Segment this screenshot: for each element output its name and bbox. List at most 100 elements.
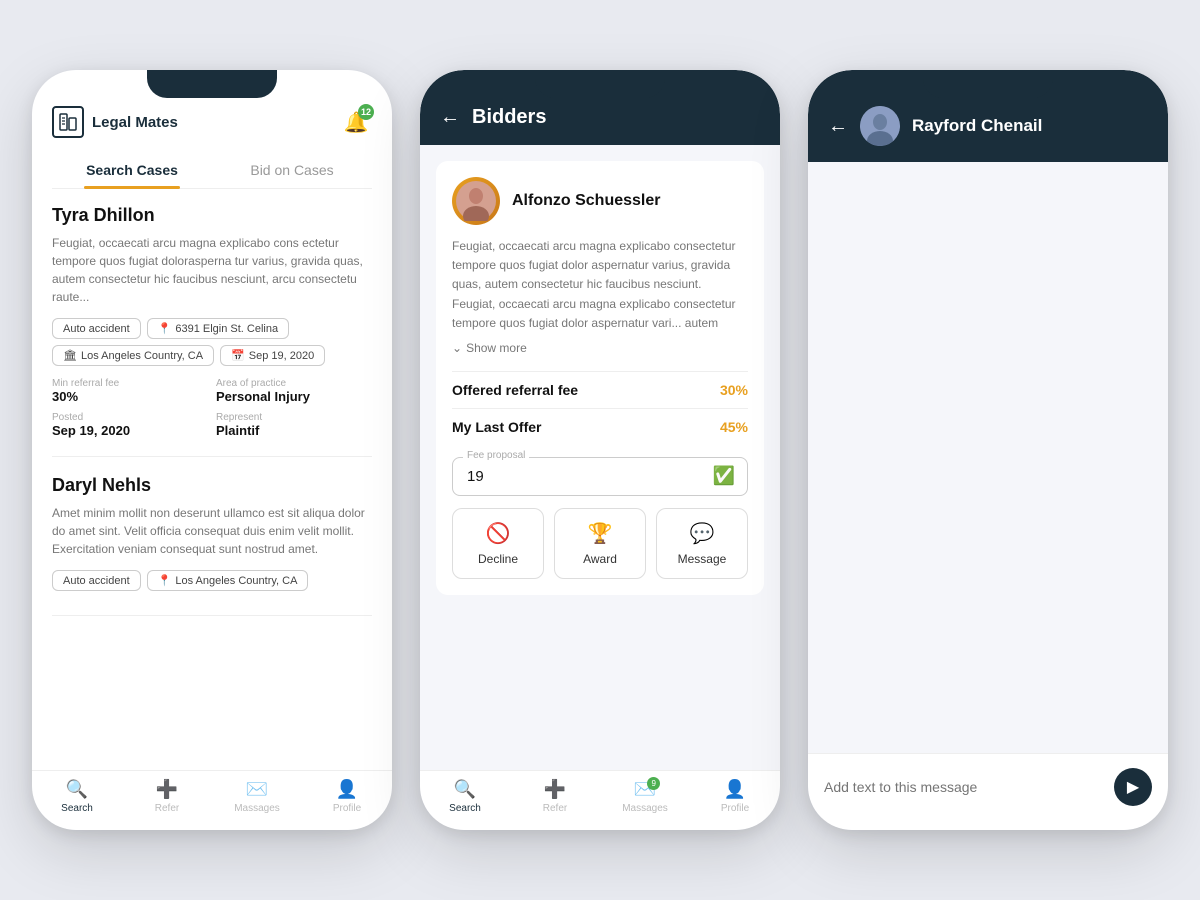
phone1-navbar: 🔍 Search ➕ Refer ✉️ Massages 👤 Profile [32, 770, 392, 830]
nav-search[interactable]: 🔍 Search [32, 779, 122, 814]
nav2-profile[interactable]: 👤 Profile [690, 779, 780, 814]
message-input[interactable] [824, 779, 1104, 795]
messages-icon: ✉️ [246, 779, 268, 800]
offered-fee-value: 30% [720, 382, 748, 398]
my-last-offer-value: 45% [720, 419, 748, 435]
chevron-down-icon: ⌄ [452, 341, 462, 355]
location-icon-2: 📍 [158, 574, 172, 587]
chat-area [808, 162, 1168, 753]
nav-refer[interactable]: ➕ Refer [122, 779, 212, 814]
meta-value-represent: Plaintif [216, 423, 372, 438]
decline-icon: 🚫 [486, 521, 511, 546]
case-name-2: Daryl Nehls [52, 475, 372, 496]
nav2-messages-label: Massages [622, 803, 668, 814]
bidder-card: Alfonzo Schuessler Feugiat, occaecati ar… [436, 161, 764, 595]
bidders-content: Alfonzo Schuessler Feugiat, occaecati ar… [420, 145, 780, 770]
case-desc-1: Feugiat, occaecati arcu magna explicabo … [52, 234, 372, 306]
phone2-title: Bidders [472, 106, 546, 129]
tag-location-2: 📍 Los Angeles Country, CA [147, 570, 309, 591]
user-avatar [860, 106, 900, 146]
phone-search-cases: Legal Mates 🔔 12 Search Cases Bid on Cas… [32, 70, 392, 830]
notification-bell[interactable]: 🔔 12 [340, 106, 372, 138]
nav2-refer-label: Refer [543, 803, 567, 814]
nav2-refer[interactable]: ➕ Refer [510, 779, 600, 814]
nav2-search[interactable]: 🔍 Search [420, 779, 510, 814]
nav-messages-label: Massages [234, 803, 280, 814]
nav-messages[interactable]: ✉️ Massages [212, 779, 302, 814]
tag-accident-1: Auto accident [52, 318, 141, 339]
building-icon-1: 🏛 [63, 349, 77, 362]
my-last-offer-label: My Last Offer [452, 419, 541, 435]
case-meta-1: Min referral fee 30% Area of practice Pe… [52, 378, 372, 438]
show-more-label: Show more [466, 341, 527, 355]
nav-profile[interactable]: 👤 Profile [302, 779, 392, 814]
messages2-badge: 9 [647, 777, 660, 790]
nav2-profile-label: Profile [721, 803, 749, 814]
refer-icon: ➕ [156, 779, 178, 800]
search2-icon: 🔍 [454, 779, 476, 800]
message-label: Message [678, 552, 727, 566]
my-last-offer-row: My Last Offer 45% [452, 408, 748, 445]
offered-fee-label: Offered referral fee [452, 382, 578, 398]
case-desc-2: Amet minim mollit non deserunt ullamco e… [52, 504, 372, 558]
check-icon: ✅ [713, 466, 735, 487]
tag-label-location-2: Los Angeles Country, CA [175, 575, 297, 587]
phone1-header: Legal Mates 🔔 12 Search Cases Bid on Cas… [32, 70, 392, 189]
notification-badge: 12 [358, 104, 374, 120]
fee-proposal-label: Fee proposal [463, 450, 529, 461]
award-button[interactable]: 🏆 Award [554, 508, 646, 579]
back-button-2[interactable]: ← [440, 106, 460, 129]
meta-value-posted: Sep 19, 2020 [52, 423, 208, 438]
cases-list: Tyra Dhillon Feugiat, occaecati arcu mag… [32, 189, 392, 770]
send-button[interactable]: ▶ [1114, 768, 1152, 806]
case-name-1: Tyra Dhillon [52, 205, 372, 226]
back-button-3[interactable]: ← [828, 115, 848, 138]
tab-search-cases[interactable]: Search Cases [52, 152, 212, 188]
meta-value-fee: 30% [52, 389, 208, 404]
messages2-badge-container: ✉️ 9 [634, 779, 656, 800]
location-icon-1: 📍 [158, 322, 172, 335]
fee-proposal-value: 19 [467, 468, 733, 485]
nav2-messages[interactable]: ✉️ 9 Massages [600, 779, 690, 814]
bidder-desc: Feugiat, occaecati arcu magna explicabo … [452, 237, 748, 333]
case-tags-row-1: Auto accident 📍 6391 Elgin St. Celina [52, 318, 372, 339]
message-icon: 💬 [690, 521, 715, 546]
profile-icon: 👤 [336, 779, 358, 800]
nav-search-label: Search [61, 803, 93, 814]
profile2-icon: 👤 [724, 779, 746, 800]
tab-bid-on-cases[interactable]: Bid on Cases [212, 152, 372, 188]
tabs-bar: Search Cases Bid on Cases [52, 152, 372, 189]
phone3-username: Rayford Chenail [912, 116, 1042, 136]
phones-container: Legal Mates 🔔 12 Search Cases Bid on Cas… [0, 30, 1200, 870]
decline-label: Decline [478, 552, 518, 566]
fee-proposal-box[interactable]: Fee proposal 19 ✅ [452, 457, 748, 496]
send-icon: ▶ [1127, 777, 1139, 797]
refer2-icon: ➕ [544, 779, 566, 800]
nav-refer-label: Refer [155, 803, 179, 814]
nav-profile-label: Profile [333, 803, 361, 814]
case-item-tyra[interactable]: Tyra Dhillon Feugiat, occaecati arcu mag… [52, 205, 372, 457]
message-button[interactable]: 💬 Message [656, 508, 748, 579]
app-name: Legal Mates [92, 114, 178, 131]
tag-label-date-1: Sep 19, 2020 [249, 350, 314, 362]
phone3-header: ← Rayford Chenail [808, 70, 1168, 162]
phone-bidders: ← Bidders Alfonzo Sc [420, 70, 780, 830]
meta-label-represent: Represent [216, 412, 372, 423]
phone-chat: ← Rayford Chenail ▶ [808, 70, 1168, 830]
show-more-btn[interactable]: ⌄ Show more [452, 341, 748, 355]
case-item-daryl[interactable]: Daryl Nehls Amet minim mollit non deseru… [52, 475, 372, 616]
tag-state-1: 🏛 Los Angeles Country, CA [52, 345, 214, 366]
calendar-icon-1: 📅 [231, 349, 245, 362]
message-input-bar: ▶ [808, 753, 1168, 830]
award-icon: 🏆 [588, 521, 613, 546]
phone2-navbar: 🔍 Search ➕ Refer ✉️ 9 Massages 👤 Profi [420, 770, 780, 830]
tag-label-accident-1: Auto accident [63, 323, 130, 335]
tag-label-state-1: Los Angeles Country, CA [81, 350, 203, 362]
phone2-header: ← Bidders [420, 70, 780, 145]
meta-label-practice: Area of practice [216, 378, 372, 389]
tag-date-1: 📅 Sep 19, 2020 [220, 345, 325, 366]
app-logo-icon [52, 106, 84, 138]
nav2-search-label: Search [449, 803, 481, 814]
decline-button[interactable]: 🚫 Decline [452, 508, 544, 579]
bidder-header: Alfonzo Schuessler [452, 177, 748, 225]
